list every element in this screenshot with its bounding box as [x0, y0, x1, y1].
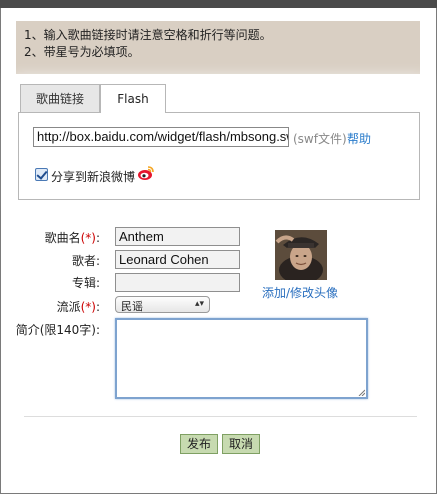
submit-button[interactable]: 发布: [180, 434, 218, 454]
singer-input[interactable]: [115, 250, 240, 269]
resize-grip-icon[interactable]: [357, 388, 365, 396]
song-name-input[interactable]: [115, 227, 240, 246]
flash-panel: http://box.baidu.com/widget/flash/mbsong…: [18, 112, 420, 200]
avatar-photo: [275, 230, 327, 280]
song-name-label: 歌曲名(*):: [44, 231, 100, 245]
genre-select[interactable]: 民谣 ▴▾: [115, 296, 210, 313]
genre-label: 流派(*):: [56, 300, 100, 314]
notice-line-2: 2、带星号为必填项。: [24, 45, 140, 59]
weibo-icon: [138, 166, 154, 180]
album-label: 专辑:: [71, 276, 100, 290]
notice-line-1: 1、输入歌曲链接时请注意空格和折行等问题。: [24, 28, 272, 42]
top-bar: [0, 0, 437, 8]
notice-box: 1、输入歌曲链接时请注意空格和折行等问题。 2、带星号为必填项。: [16, 21, 420, 74]
link-panel: 歌曲链接 Flash http://box.baidu.com/widget/f…: [18, 84, 420, 200]
share-weibo-checkbox[interactable]: [35, 168, 48, 181]
dialog-frame: [0, 0, 437, 494]
change-avatar-link[interactable]: 添加/修改头像: [262, 284, 338, 301]
share-weibo-label[interactable]: 分享到新浪微博: [51, 168, 135, 185]
swf-note: (swf文件): [293, 132, 347, 146]
select-arrows-icon: ▴▾: [194, 299, 204, 309]
tab-song-link[interactable]: 歌曲链接: [20, 84, 100, 113]
flash-url-input[interactable]: http://box.baidu.com/widget/flash/mbsong…: [33, 127, 289, 147]
avatar[interactable]: [275, 230, 327, 280]
tab-bar: 歌曲链接 Flash: [20, 84, 418, 113]
cancel-button[interactable]: 取消: [222, 434, 260, 454]
help-link[interactable]: 帮助: [347, 130, 371, 147]
singer-label: 歌者:: [71, 254, 100, 268]
intro-textarea[interactable]: [115, 318, 368, 399]
genre-selected-value: 民谣: [121, 300, 143, 313]
tab-flash[interactable]: Flash: [100, 84, 166, 113]
intro-label: 简介(限140字):: [15, 323, 100, 337]
divider: [24, 416, 417, 417]
album-input[interactable]: [115, 273, 240, 292]
